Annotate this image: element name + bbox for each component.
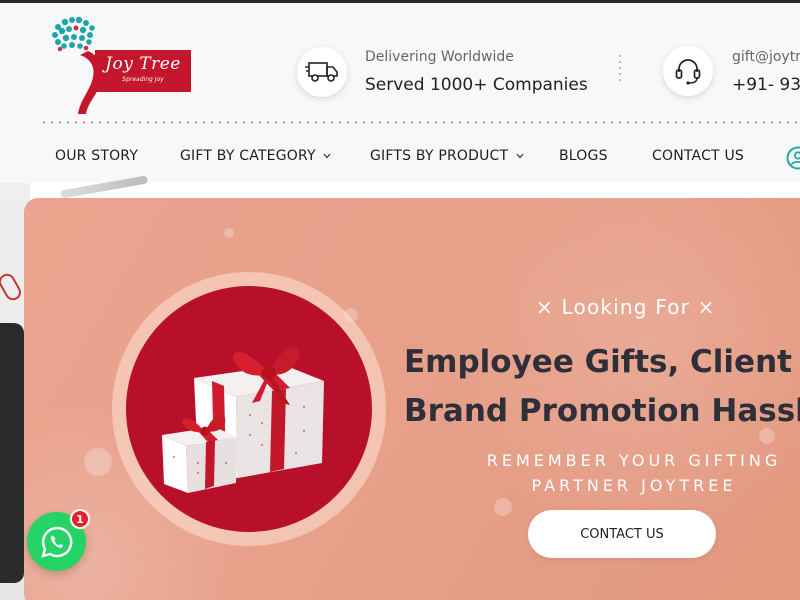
nav-gifts-by-product-label: GIFTS BY PRODUCT — [370, 148, 509, 164]
hero-title-line2: Brand Promotion Hassle- — [404, 393, 800, 429]
logo-wordmark: Joy Tree Spreading Joy — [95, 50, 191, 92]
hero-title-line1: Employee Gifts, Client Gif — [404, 344, 800, 380]
nav-our-story[interactable]: OUR STORY — [55, 148, 138, 164]
hero-subtitle-line1: REMEMBER YOUR GIFTING — [486, 451, 782, 470]
logo-name: Joy Tree — [105, 54, 181, 74]
hero-subtitle-line2: PARTNER JOYTREE — [531, 476, 737, 495]
contact-email[interactable]: gift@joytree — [732, 49, 800, 65]
nav-our-story-label: OUR STORY — [55, 148, 139, 164]
site-header: Joy Tree Spreading Joy Delivering Worldw… — [0, 3, 800, 183]
nav-contact-us-label: CONTACT US — [652, 148, 744, 164]
chevron-down-icon — [323, 153, 331, 159]
gift-box-icon — [162, 346, 324, 493]
chevron-down-icon — [516, 153, 524, 159]
notification-badge: 1 — [70, 509, 90, 529]
bokeh-light — [494, 498, 512, 516]
truck-icon — [297, 47, 347, 97]
bokeh-light — [84, 448, 112, 476]
hero-eyebrow: × Looking For × — [536, 295, 716, 319]
logo-tagline: Spreading Joy — [122, 76, 164, 83]
headset-icon — [663, 46, 713, 96]
hero-title: Employee Gifts, Client Gif Brand Promoti… — [404, 338, 800, 436]
nav-gift-by-category[interactable]: GIFT BY CATEGORY — [180, 148, 331, 164]
nav-blogs-label: BLOGS — [559, 148, 608, 164]
delivery-big-text: Served 1000+ Companies — [365, 75, 588, 95]
nav-gifts-by-product[interactable]: GIFTS BY PRODUCT — [370, 148, 524, 164]
brand-logo[interactable]: Joy Tree Spreading Joy — [46, 11, 196, 115]
nav-gift-by-category-label: GIFT BY CATEGORY — [180, 148, 316, 164]
header-divider — [619, 53, 621, 85]
header-dotted-divider — [40, 121, 800, 124]
hero-subtitle: REMEMBER YOUR GIFTING PARTNER JOYTREE — [474, 448, 794, 498]
delivery-small-text: Delivering Worldwide — [365, 49, 514, 65]
bokeh-light — [224, 228, 234, 238]
contact-phone[interactable]: +91- 934 — [732, 75, 800, 95]
whatsapp-icon — [40, 526, 72, 558]
user-icon[interactable] — [786, 146, 800, 170]
nav-blogs[interactable]: BLOGS — [559, 148, 608, 164]
hero-contact-button[interactable]: CONTACT US — [528, 510, 716, 558]
paperclip-icon — [0, 270, 24, 304]
device-image — [0, 323, 24, 583]
nav-contact-us[interactable]: CONTACT US — [652, 148, 744, 164]
hero-banner: × Looking For × Employee Gifts, Client G… — [24, 198, 800, 600]
